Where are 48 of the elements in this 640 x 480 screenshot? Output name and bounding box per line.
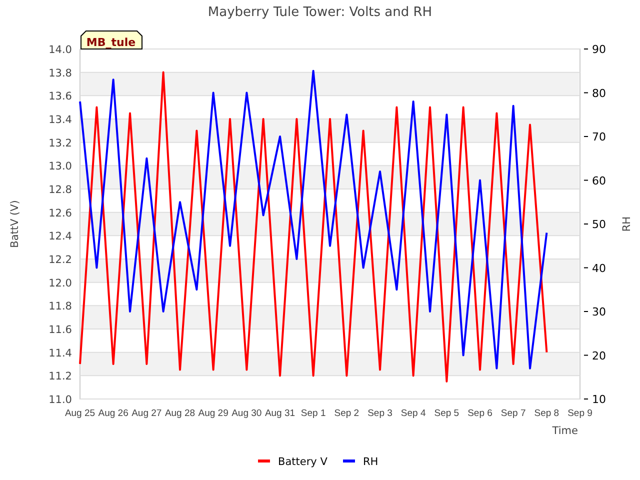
- x-tick-label: Sep 1: [300, 408, 326, 419]
- x-tick-label: Aug 30: [232, 408, 262, 419]
- x-tick-label: Aug 26: [98, 408, 128, 419]
- y2-tick-label: 60: [592, 174, 606, 188]
- y-axis-label: BattV (V): [9, 200, 21, 248]
- x-tick-label: Aug 31: [264, 408, 296, 419]
- y-tick-label: 13.6: [48, 90, 72, 103]
- x-tick-label: Sep 7: [500, 408, 526, 419]
- x-tick-label: Aug 25: [64, 408, 96, 419]
- y2-tick-label: 80: [592, 86, 606, 100]
- y2-tick-label: 20: [592, 349, 606, 362]
- y-tick-label: 14.0: [48, 44, 72, 56]
- y-tick-label: 11.8: [48, 300, 72, 313]
- x-tick-label: Sep 8: [534, 408, 560, 419]
- y2-tick-label: 40: [592, 262, 606, 275]
- y2-tick-label: 70: [592, 130, 606, 144]
- x-tick-label: Sep 9: [568, 408, 592, 419]
- x-tick-label: Sep 5: [434, 408, 460, 419]
- y-tick-label: 12.4: [48, 230, 72, 243]
- y-tick-label: 12.2: [48, 254, 72, 266]
- y2-tick-label: 90: [592, 43, 606, 56]
- y-tick-label: 13.8: [48, 67, 72, 80]
- y2-tick-label: 10: [592, 393, 606, 406]
- x-tick-label: Sep 2: [334, 408, 360, 419]
- y-tick-label: 12.0: [48, 277, 72, 290]
- y-tick-label: 13.0: [48, 160, 72, 173]
- x-tick-label: Aug 29: [198, 408, 228, 419]
- y-tick-label: 12.8: [48, 184, 72, 196]
- y-tick-label: 13.4: [48, 114, 72, 126]
- y2-axis-label: RH: [621, 216, 633, 232]
- y-tick-label: 13.2: [48, 137, 72, 150]
- legend-label: RH: [363, 456, 378, 468]
- x-tick-label: Sep 3: [368, 408, 392, 419]
- y-tick-label: 12.6: [48, 207, 72, 220]
- y-tick-label: 11.0: [48, 394, 72, 406]
- station-badge: MB_tule: [80, 30, 142, 50]
- y2-tick-label: 30: [592, 306, 606, 318]
- y-tick-label: 11.2: [48, 370, 72, 383]
- y-tick-label: 11.6: [48, 324, 72, 336]
- x-tick-label: Sep 6: [468, 408, 492, 419]
- x-tick-label: Sep 4: [400, 408, 426, 419]
- legend-label: Battery V: [278, 456, 328, 468]
- y-tick-label: 11.4: [48, 347, 72, 360]
- y2-tick-label: 50: [592, 218, 606, 231]
- x-tick-label: Aug 27: [132, 408, 162, 419]
- x-axis-label: Time: [552, 425, 578, 437]
- chart-title: Mayberry Tule Tower: Volts and RH: [208, 5, 432, 20]
- x-tick-label: Aug 28: [164, 408, 196, 419]
